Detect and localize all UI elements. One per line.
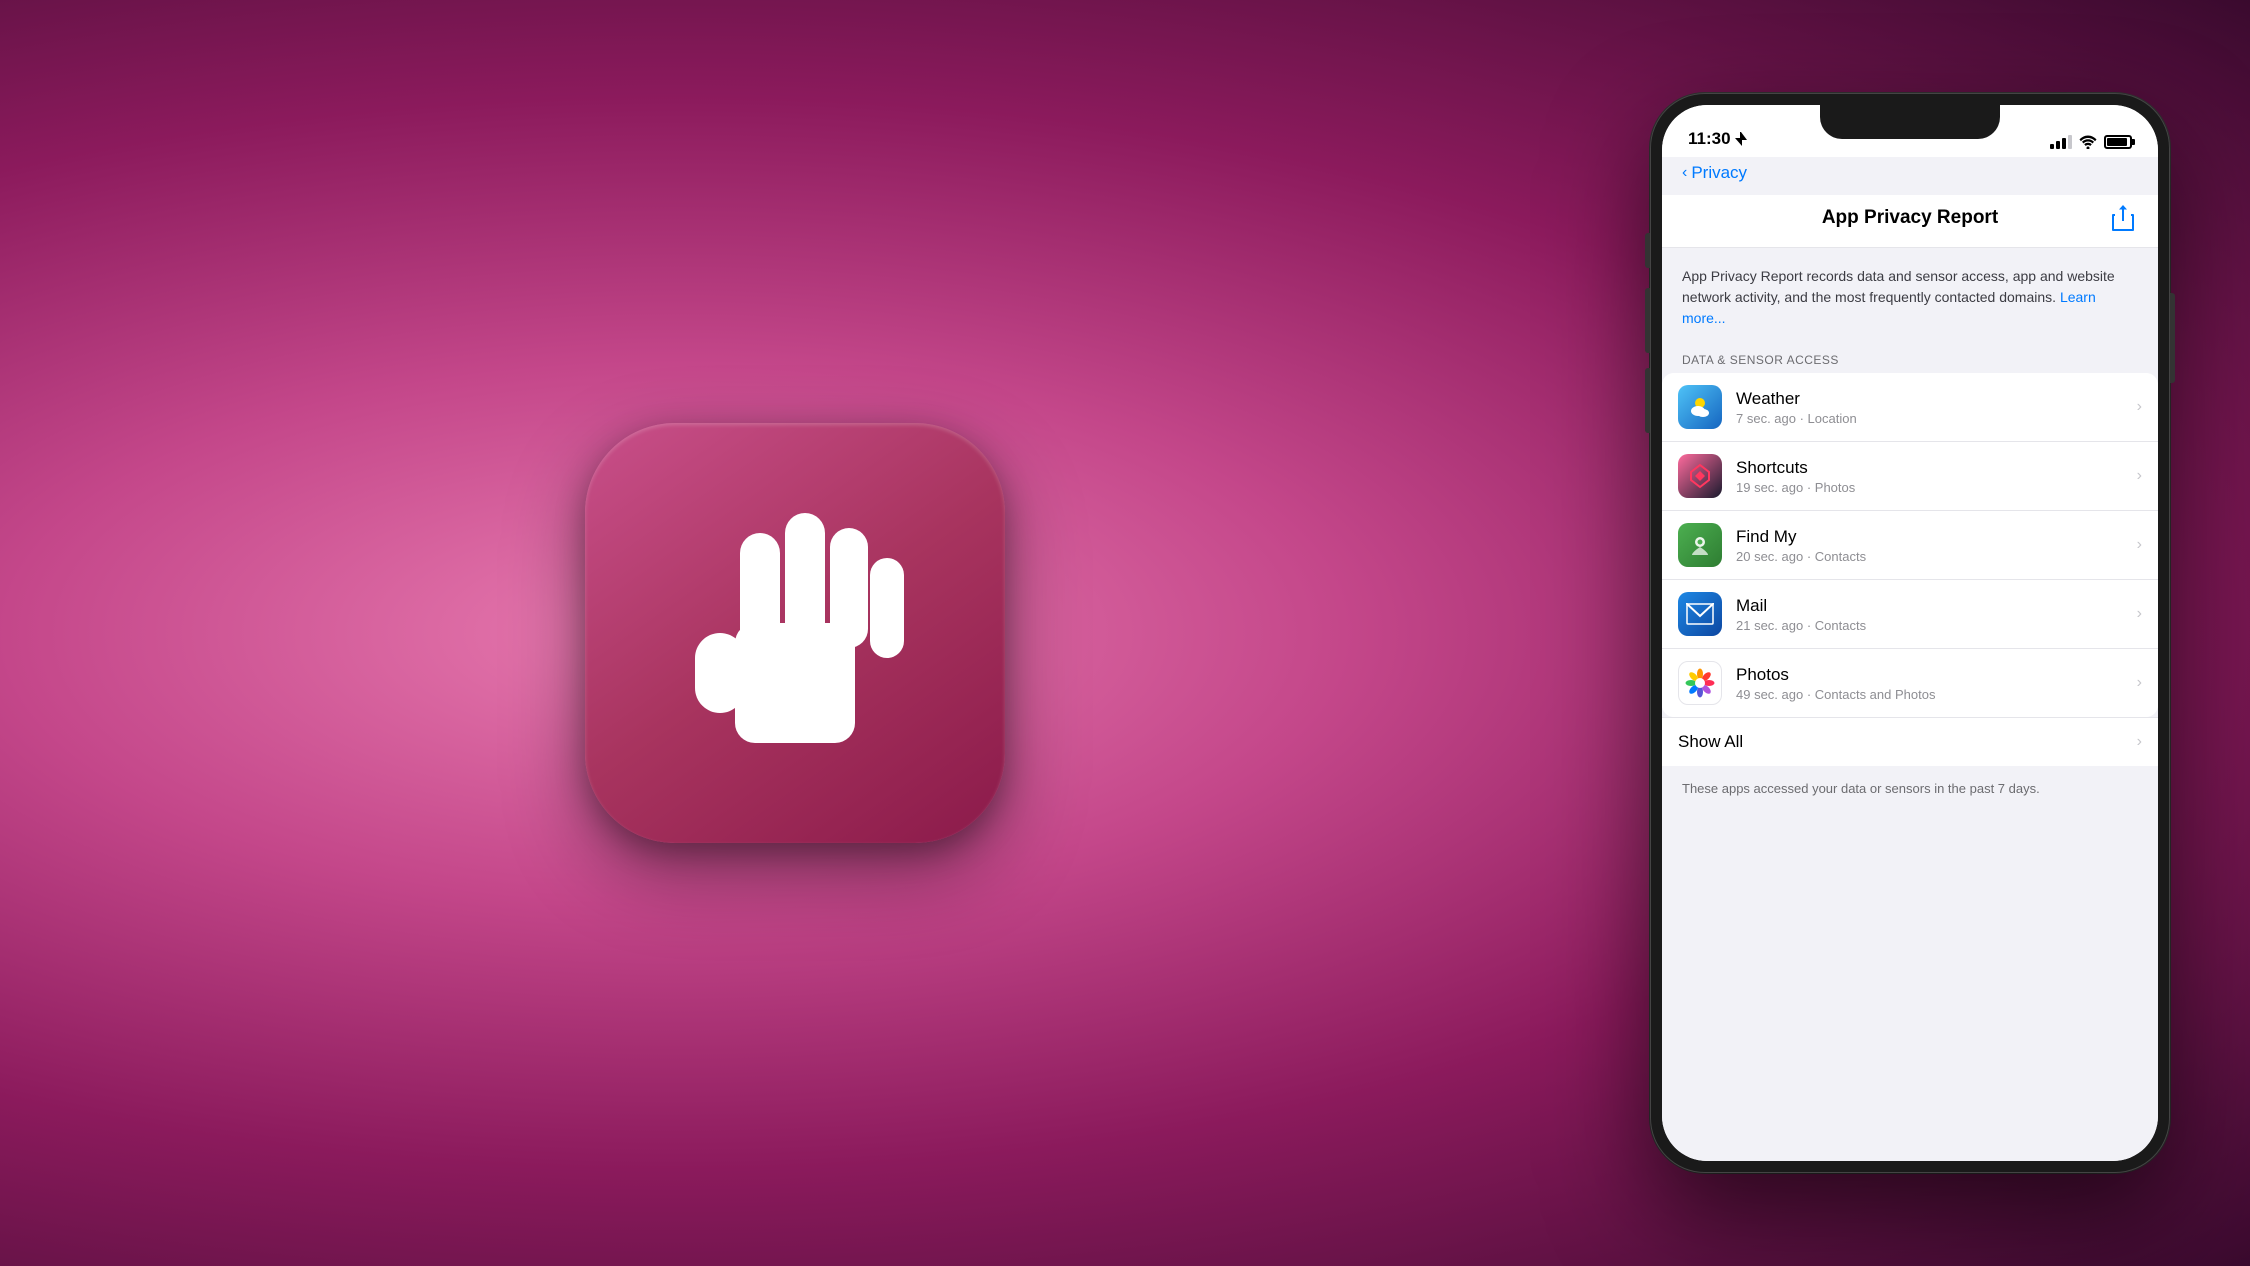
findmy-app-detail: 20 sec. ago · Contacts xyxy=(1736,549,2137,564)
show-all-chevron-icon: › xyxy=(2137,733,2142,751)
chevron-right-icon: › xyxy=(2137,674,2142,692)
signal-icon xyxy=(2050,135,2072,149)
back-navigation[interactable]: ‹ Privacy xyxy=(1682,163,2138,183)
mail-app-name: Mail xyxy=(1736,596,2137,616)
side-button-volume-down xyxy=(1645,368,1650,433)
mail-app-info: Mail 21 sec. ago · Contacts xyxy=(1736,596,2137,633)
side-button-mute xyxy=(1645,233,1650,268)
mail-app-detail: 21 sec. ago · Contacts xyxy=(1736,618,2137,633)
list-item[interactable]: Mail 21 sec. ago · Contacts › xyxy=(1662,580,2158,649)
weather-app-detail: 7 sec. ago · Location xyxy=(1736,411,2137,426)
photos-app-icon xyxy=(1678,661,1722,705)
show-all-label[interactable]: Show All xyxy=(1678,732,1743,752)
notch xyxy=(1820,105,2000,139)
chevron-right-icon: › xyxy=(2137,467,2142,485)
photos-app-name: Photos xyxy=(1736,665,2137,685)
findmy-app-info: Find My 20 sec. ago · Contacts xyxy=(1736,527,2137,564)
location-arrow-icon xyxy=(1735,132,1747,146)
chevron-right-icon: › xyxy=(2137,605,2142,623)
findmy-app-name: Find My xyxy=(1736,527,2137,547)
chevron-right-icon: › xyxy=(2137,536,2142,554)
phone-screen: 11:30 xyxy=(1662,105,2158,1161)
list-item[interactable]: Shortcuts 19 sec. ago · Photos › xyxy=(1662,442,2158,511)
shortcuts-app-icon xyxy=(1678,454,1722,498)
weather-app-name: Weather xyxy=(1736,389,2137,409)
shortcuts-app-info: Shortcuts 19 sec. ago · Photos xyxy=(1736,458,2137,495)
chevron-right-icon: › xyxy=(2137,398,2142,416)
battery-icon xyxy=(2104,135,2132,149)
footer-text: These apps accessed your data or sensors… xyxy=(1662,766,2158,812)
list-item[interactable]: Photos 49 sec. ago · Contacts and Photos… xyxy=(1662,649,2158,717)
app-list: Weather 7 sec. ago · Location › xyxy=(1662,373,2158,717)
findmy-app-icon xyxy=(1678,523,1722,567)
nav-bar: ‹ Privacy xyxy=(1662,157,2158,195)
back-chevron-icon: ‹ xyxy=(1682,164,1687,182)
status-icons xyxy=(2050,135,2132,149)
phone-frame: 11:30 xyxy=(1650,93,2170,1173)
left-section xyxy=(0,423,1650,843)
description-block: App Privacy Report records data and sens… xyxy=(1662,248,2158,343)
page-header: App Privacy Report xyxy=(1662,195,2158,248)
show-all-row[interactable]: Show All › xyxy=(1662,717,2158,766)
shortcuts-app-detail: 19 sec. ago · Photos xyxy=(1736,480,2137,495)
mail-app-icon xyxy=(1678,592,1722,636)
photos-app-detail: 49 sec. ago · Contacts and Photos xyxy=(1736,687,2137,702)
wifi-icon xyxy=(2079,135,2097,149)
right-section: 11:30 xyxy=(1650,93,2170,1173)
share-button[interactable] xyxy=(2108,203,2138,233)
list-item[interactable]: Find My 20 sec. ago · Contacts › xyxy=(1662,511,2158,580)
status-time: 11:30 xyxy=(1688,129,1747,149)
weather-app-icon xyxy=(1678,385,1722,429)
side-button-volume-up xyxy=(1645,288,1650,353)
app-icon xyxy=(585,423,1005,843)
list-item[interactable]: Weather 7 sec. ago · Location › xyxy=(1662,373,2158,442)
hand-stop-icon xyxy=(665,493,925,773)
back-label[interactable]: Privacy xyxy=(1691,163,1747,183)
content-area: App Privacy Report records data and sens… xyxy=(1662,248,2158,1161)
shortcuts-app-name: Shortcuts xyxy=(1736,458,2137,478)
weather-app-info: Weather 7 sec. ago · Location xyxy=(1736,389,2137,426)
page-title: App Privacy Report xyxy=(1712,207,2108,229)
description-text: App Privacy Report records data and sens… xyxy=(1682,268,2115,305)
section-header: DATA & SENSOR ACCESS xyxy=(1662,343,2158,373)
photos-app-info: Photos 49 sec. ago · Contacts and Photos xyxy=(1736,665,2137,702)
side-button-power xyxy=(2170,293,2175,383)
